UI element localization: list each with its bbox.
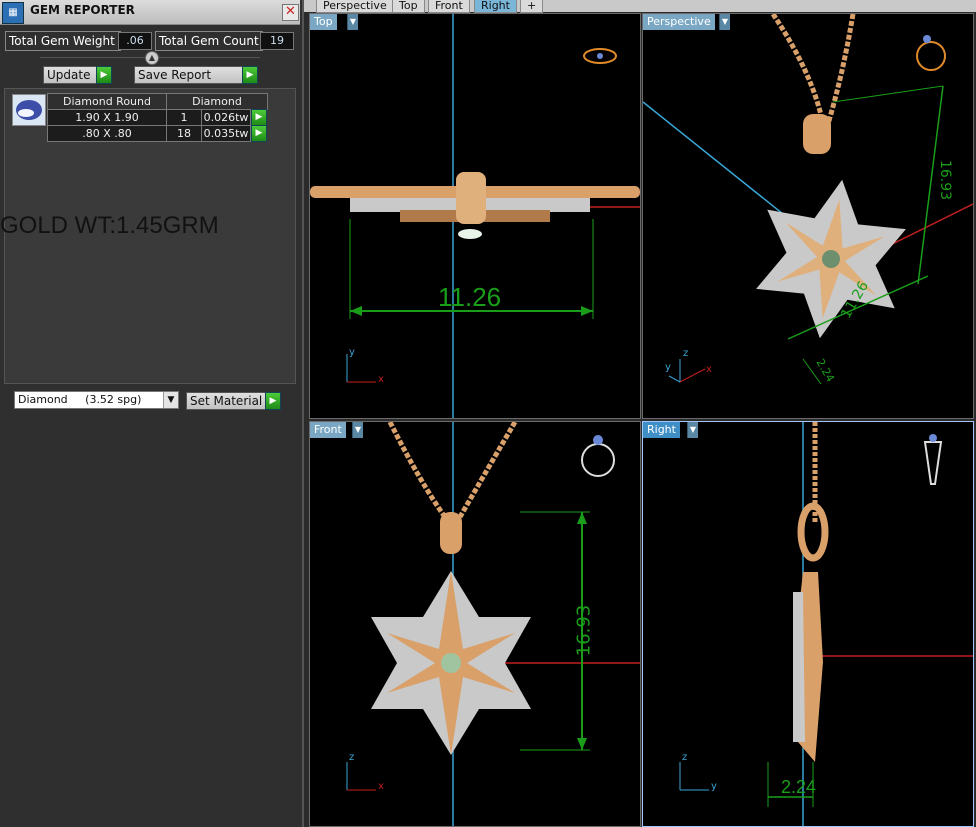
collapse-toggle-icon[interactable]: ▲ (145, 51, 159, 65)
gem-row-2-weight: 0.035tw (201, 125, 251, 142)
update-arrow-icon[interactable]: ▶ (96, 66, 112, 84)
dimension-depth: 2.24 (781, 777, 817, 797)
axis-y-label: y (665, 362, 671, 373)
chevron-down-icon[interactable]: ▼ (163, 392, 178, 408)
viewport-right[interactable]: Right ▼ 2.24 z y (642, 421, 974, 827)
gem-row-1-count: 1 (166, 109, 202, 126)
axis-x-label: x (378, 781, 384, 792)
axis-x-label: x (378, 374, 384, 385)
viewport-front[interactable]: Front ▼ 16.93 z x (309, 421, 641, 827)
gem-row-2-size: .80 X .80 (47, 125, 167, 142)
viewport-top[interactable]: Top ▼ 11.26 y x (309, 13, 641, 419)
axis-z-label: z (349, 752, 355, 763)
ring-thumbnail-icon (581, 435, 615, 477)
axis-z-label: z (682, 752, 688, 763)
panel-title-bar[interactable]: ▦ GEM REPORTER ✕ (0, 0, 300, 25)
panel-title: GEM REPORTER (30, 3, 135, 17)
top-view-render (310, 14, 640, 418)
gem-row-1-size: 1.90 X 1.90 (47, 109, 167, 126)
ring-thumbnail-icon (916, 35, 946, 71)
tab-perspective[interactable]: Perspective (316, 0, 394, 13)
tab-front[interactable]: Front (428, 0, 470, 13)
viewport-menu-chevron-icon[interactable]: ▼ (347, 14, 358, 30)
total-gem-weight-label: Total Gem Weight (5, 31, 121, 51)
gold-weight-note: GOLD WT:1.45GRM (0, 212, 219, 239)
axis-x-label: x (706, 364, 712, 375)
gem-reporter-panel: ▦ GEM REPORTER ✕ Total Gem Weight .06 To… (0, 0, 304, 827)
viewport-menu-chevron-icon[interactable]: ▼ (352, 422, 363, 438)
save-report-button[interactable]: Save Report (134, 66, 245, 84)
viewport-label-perspective[interactable]: Perspective (643, 14, 715, 30)
gem-row-2-count: 18 (166, 125, 202, 142)
set-material-arrow-icon[interactable]: ▶ (265, 392, 281, 410)
ring-side-thumbnail-icon (923, 434, 943, 485)
viewport-label-top[interactable]: Top (310, 14, 337, 30)
dimension-height: 16.93 (937, 159, 954, 201)
viewport-menu-chevron-icon[interactable]: ▼ (687, 422, 698, 438)
viewport-menu-chevron-icon[interactable]: ▼ (719, 14, 730, 30)
gem-row-2-select-icon[interactable]: ▶ (251, 125, 267, 142)
dimension-height: 16.93 (573, 604, 595, 657)
tab-right[interactable]: Right (474, 0, 517, 13)
material-dropdown[interactable]: Diamond (3.52 spg) ▼ (14, 391, 179, 409)
material-selected-value: Diamond (3.52 spg) (18, 393, 142, 406)
gem-table-header-shape: Diamond Round (47, 93, 167, 110)
viewport-label-right[interactable]: Right (643, 422, 680, 438)
gem-row-1-weight: 0.026tw (201, 109, 251, 126)
ring-thumbnail-icon (583, 48, 617, 64)
total-gem-count-label: Total Gem Count (155, 31, 263, 51)
axis-y-label: y (711, 781, 717, 792)
viewport-perspective[interactable]: Perspective ▼ 16.93 11.26 2.24 z y x (642, 13, 974, 419)
perspective-view-render (643, 14, 973, 385)
tab-top[interactable]: Top (392, 0, 425, 13)
viewport-tab-bar: Perspective Top Front Right + (304, 0, 976, 13)
total-gem-weight-value: .06 (118, 32, 152, 50)
update-button[interactable]: Update (43, 66, 100, 84)
viewport-label-front[interactable]: Front (310, 422, 346, 438)
axis-y-label: y (349, 347, 355, 358)
round-gem-icon (12, 94, 46, 126)
gem-table-header-type: Diamond (166, 93, 268, 110)
add-viewport-icon[interactable]: + (520, 0, 544, 13)
app-icon: ▦ (2, 2, 24, 24)
close-button[interactable]: ✕ (282, 4, 299, 21)
axis-z-label: z (683, 348, 689, 359)
dimension-width: 11.26 (438, 282, 502, 312)
total-gem-count-value: 19 (260, 32, 294, 50)
save-report-arrow-icon[interactable]: ▶ (242, 66, 258, 84)
gem-row-1-select-icon[interactable]: ▶ (251, 109, 267, 126)
right-view-render (679, 422, 973, 826)
set-material-button[interactable]: Set Material (186, 392, 267, 410)
